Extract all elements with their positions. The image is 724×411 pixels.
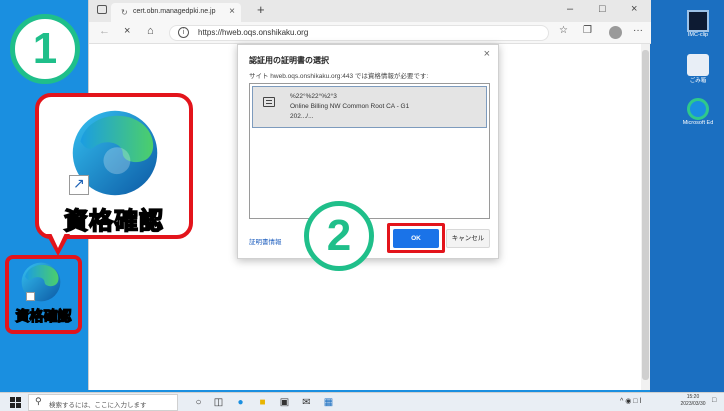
- url-input[interactable]: i https://hweb.oqs.onshikaku.org: [169, 25, 549, 41]
- callout-box: 資格確認: [35, 93, 193, 239]
- cortana-icon[interactable]: ○: [192, 396, 205, 409]
- monitor-icon: [687, 10, 709, 32]
- url-text: https://hweb.oqs.onshikaku.org: [198, 28, 309, 37]
- profile-avatar[interactable]: [609, 26, 622, 39]
- clock-date: 2023/03/30: [680, 401, 706, 407]
- back-icon[interactable]: ←: [99, 25, 110, 37]
- taskbar-search[interactable]: ⚲ 検索するには、ここに入力します: [28, 394, 178, 411]
- certificate-name: %22°%22°%2°3: [290, 93, 337, 100]
- taskbar: ⚲ 検索するには、ここに入力します ○ ◫ ● ■ ▣ ✉ ▦ ^ ◉ □ ا …: [0, 392, 724, 411]
- clock-time: 15:20: [686, 394, 700, 400]
- desktop-icon-recycle-bin[interactable]: ごみ箱: [678, 54, 718, 84]
- minimize-icon[interactable]: –: [567, 3, 573, 15]
- cancel-button[interactable]: キャンセル: [446, 229, 490, 248]
- more-menu-icon[interactable]: ···: [633, 25, 643, 36]
- folder-icon[interactable]: ■: [256, 396, 269, 409]
- scrollbar-thumb[interactable]: [642, 50, 649, 380]
- tab-actions-icon[interactable]: [97, 5, 107, 14]
- stop-icon[interactable]: ×: [124, 25, 130, 37]
- edge-icon: [687, 98, 709, 120]
- address-bar: ← × ⌂ i https://hweb.oqs.onshikaku.org ☆…: [89, 22, 651, 44]
- ok-button[interactable]: OK: [393, 229, 439, 248]
- desktop-icon-label: ごみ箱: [689, 78, 707, 84]
- collections-icon[interactable]: ❐: [583, 25, 592, 36]
- new-tab-icon[interactable]: +: [257, 2, 265, 17]
- task-view-icon[interactable]: ◫: [212, 396, 225, 409]
- tab-favicon-icon: ↻: [121, 8, 128, 17]
- app-icon[interactable]: ▦: [322, 396, 335, 409]
- dialog-subtitle: サイト hweb.oqs.onshikaku.org:443 では資格情報が必要…: [249, 73, 429, 80]
- close-window-icon[interactable]: ×: [631, 3, 637, 15]
- maximize-icon[interactable]: □: [599, 3, 606, 15]
- browser-tab[interactable]: ↻ cert.obn.managedpki.ne.jp ×: [111, 3, 241, 22]
- home-icon[interactable]: ⌂: [147, 25, 154, 37]
- callout-tail-inner: [51, 233, 65, 248]
- recycle-bin-icon: [687, 54, 709, 76]
- certificate-list: %22°%22°%2°3 Online Billing NW Common Ro…: [249, 83, 490, 219]
- certificate-info-link[interactable]: 証明書情報: [249, 236, 282, 246]
- system-tray-icons[interactable]: ^ ◉ □ ا: [620, 397, 641, 405]
- edge-taskbar-icon[interactable]: ●: [234, 396, 247, 409]
- site-info-icon[interactable]: i: [178, 27, 189, 38]
- store-icon[interactable]: ▣: [278, 396, 291, 409]
- dialog-title: 認証用の証明書の選択: [249, 56, 329, 65]
- search-icon: ⚲: [35, 396, 42, 406]
- certificate-item[interactable]: %22°%22°%2°3 Online Billing NW Common Ro…: [252, 86, 487, 128]
- scrollbar[interactable]: [641, 44, 650, 390]
- dialog-close-icon[interactable]: ×: [484, 48, 490, 60]
- mail-icon[interactable]: ✉: [300, 396, 313, 409]
- tab-bar: ↻ cert.obn.managedpki.ne.jp × + – □ ×: [89, 0, 651, 22]
- step-2-badge: 2: [304, 201, 374, 271]
- search-placeholder: 検索するには、ここに入力します: [49, 402, 147, 409]
- desktop-icon-label: Microsoft Ed: [682, 120, 714, 126]
- desktop-icon-edge[interactable]: Microsoft Ed: [678, 98, 718, 126]
- callout-label: 資格確認: [63, 207, 164, 236]
- desktop-icon-pc[interactable]: IMC-clip: [678, 10, 718, 38]
- certificate-issuer: Online Billing NW Common Root CA - G1: [290, 103, 410, 110]
- desktop-icon-label: IMC-clip: [687, 32, 709, 38]
- tab-close-icon[interactable]: ×: [229, 6, 235, 17]
- desktop-icon-label: 資格確認: [15, 307, 72, 324]
- clock[interactable]: 15:20 2023/03/30: [676, 394, 710, 408]
- certificate-icon: [263, 97, 275, 107]
- step-1-badge: 1: [10, 14, 80, 84]
- start-icon[interactable]: [10, 397, 21, 408]
- favorites-icon[interactable]: ☆: [559, 25, 568, 36]
- shortcut-arrow-icon: [69, 175, 89, 195]
- tab-title: cert.obn.managedpki.ne.jp: [133, 8, 216, 15]
- notification-icon[interactable]: □: [712, 397, 716, 404]
- certificate-date: 202.../...: [290, 113, 314, 120]
- shortcut-small-icon: [26, 292, 35, 301]
